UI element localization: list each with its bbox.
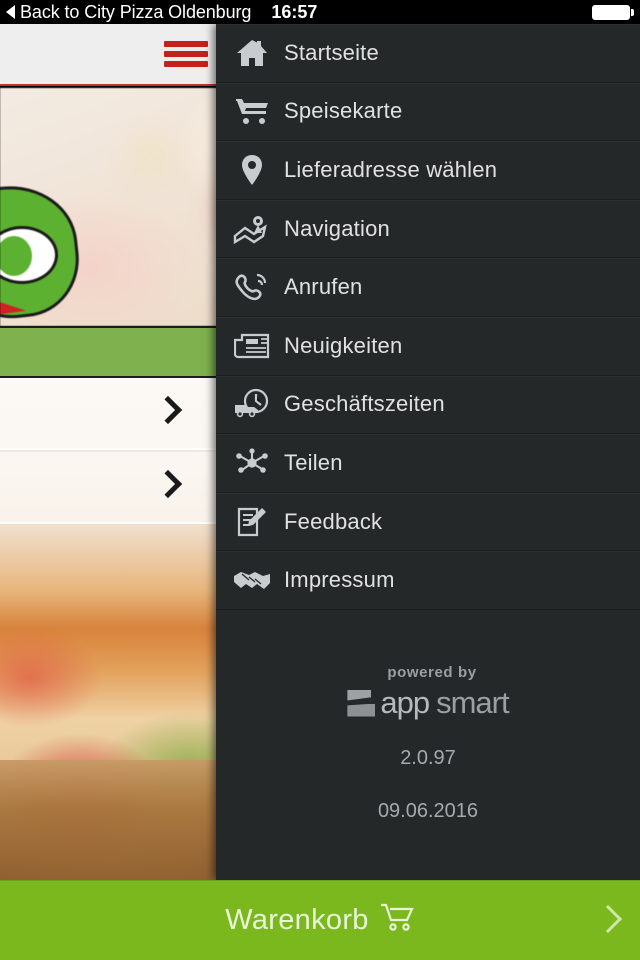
map-navigation-icon xyxy=(226,209,278,249)
hamburger-icon[interactable] xyxy=(164,38,208,70)
menu-item-teilen[interactable]: Teilen xyxy=(216,434,640,493)
handshake-icon xyxy=(226,560,278,600)
shopping-cart-icon xyxy=(226,91,278,131)
back-to-app-button[interactable]: Back to City Pizza Oldenburg xyxy=(0,2,251,23)
share-nodes-icon xyxy=(226,443,278,483)
menu-item-neuigkeiten[interactable]: Neuigkeiten xyxy=(216,317,640,376)
battery-full-icon xyxy=(592,5,634,20)
menu-item-label: Navigation xyxy=(284,215,390,241)
newspaper-icon xyxy=(226,326,278,366)
cart-label-group: Warenkorb xyxy=(225,902,414,940)
menu-item-startseite[interactable]: Startseite xyxy=(216,24,640,83)
menu-item-label: Neuigkeiten xyxy=(284,332,403,358)
phone-icon xyxy=(226,267,278,307)
back-label: Back to City Pizza Oldenburg xyxy=(20,1,252,22)
document-pencil-icon xyxy=(226,502,278,542)
version-label: 2.0.97 xyxy=(400,747,456,769)
brand-app-label: app xyxy=(380,685,430,720)
chevron-right-icon xyxy=(593,904,623,934)
menu-item-navigation[interactable]: Navigation xyxy=(216,200,640,259)
menu-item-label: Geschäftszeiten xyxy=(284,391,445,417)
appsmart-logo: app smart xyxy=(347,685,510,721)
app-screen: Startseite Speisekarte Lieferadresse wäh… xyxy=(0,0,640,960)
home-icon xyxy=(226,33,278,73)
menu-item-label: Teilen xyxy=(284,449,343,475)
cart-label: Warenkorb xyxy=(225,904,369,936)
status-bar: Back to City Pizza Oldenburg 16:57 xyxy=(0,0,640,24)
back-triangle-icon xyxy=(6,5,15,19)
menu-item-lieferadresse[interactable]: Lieferadresse wählen xyxy=(216,141,640,200)
navigation-drawer: Startseite Speisekarte Lieferadresse wäh… xyxy=(216,24,640,880)
menu-item-anrufen[interactable]: Anrufen xyxy=(216,258,640,317)
menu-item-label: Speisekarte xyxy=(284,98,403,124)
drawer-footer: powered by app smart 2.0.97 09.06.2016 xyxy=(216,612,640,880)
appsmart-mark-icon xyxy=(347,689,376,717)
mascot-logo xyxy=(0,179,98,326)
cart-outline-icon xyxy=(379,902,415,940)
delivery-clock-icon xyxy=(226,384,278,424)
menu-item-speisekarte[interactable]: Speisekarte xyxy=(216,83,640,142)
chevron-right-icon xyxy=(153,469,183,499)
brand-smart-label: smart xyxy=(436,685,509,720)
chevron-right-icon xyxy=(153,395,183,425)
menu-item-label: Lieferadresse wählen xyxy=(284,156,498,182)
menu-item-label: Anrufen xyxy=(284,274,363,300)
menu-item-geschaeftszeiten[interactable]: Geschäftszeiten xyxy=(216,376,640,435)
menu-item-feedback[interactable]: Feedback xyxy=(216,493,640,552)
date-label: 09.06.2016 xyxy=(377,800,479,822)
menu-item-label: Impressum xyxy=(284,567,395,593)
status-time: 16:57 xyxy=(271,1,318,22)
powered-by-label: powered by xyxy=(387,664,477,681)
cart-bar[interactable]: Warenkorb xyxy=(0,880,640,960)
menu-item-label: Startseite xyxy=(284,39,379,65)
menu-item-impressum[interactable]: Impressum xyxy=(216,551,640,610)
menu-item-label: Feedback xyxy=(284,508,383,534)
map-pin-icon xyxy=(226,150,278,190)
